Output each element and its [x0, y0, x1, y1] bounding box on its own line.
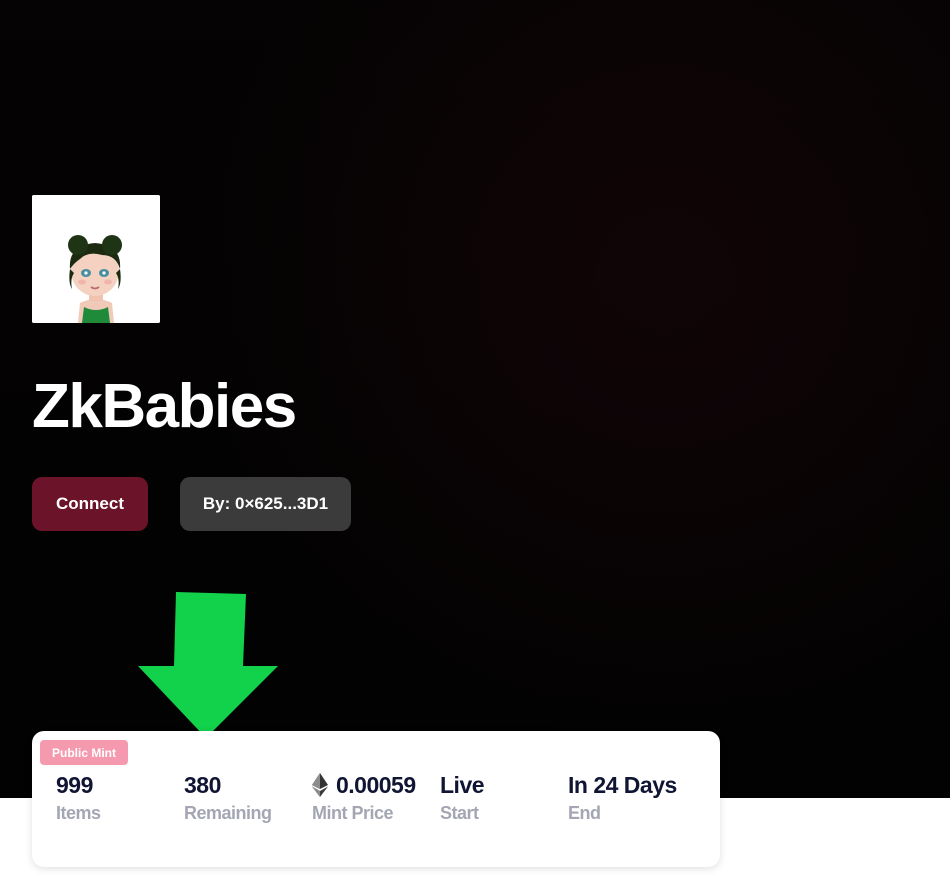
stat-end-label: End [568, 803, 601, 823]
stat-end-value: In 24 Days [568, 772, 677, 798]
connect-button[interactable]: Connect [32, 477, 148, 531]
stat-items-label: Items [56, 803, 101, 823]
ethereum-icon [312, 773, 328, 797]
collection-avatar [32, 195, 160, 323]
stat-items-value: 999 [56, 772, 93, 798]
mint-info-card: Public Mint 999 Items 380 Remaining 0.00… [32, 731, 720, 867]
stat-mint-price: 0.00059 Mint Price [312, 771, 416, 824]
stat-mint-price-row: 0.00059 [312, 771, 416, 799]
stat-mint-price-label: Mint Price [312, 803, 394, 823]
stat-start-label: Start [440, 803, 479, 823]
stat-mint-price-value: 0.00059 [336, 772, 416, 798]
creator-address-button[interactable]: By: 0×625...3D1 [180, 477, 351, 531]
down-arrow-indicator [138, 592, 278, 738]
stat-items: 999 Items [56, 771, 101, 824]
baby-avatar-illustration [32, 195, 160, 323]
stat-start-value: Live [440, 772, 485, 798]
stat-end: In 24 Days End [568, 771, 677, 824]
stat-remaining-label: Remaining [184, 803, 272, 823]
collection-title: ZkBabies [32, 372, 297, 441]
collection-hero: ZkBabies Connect By: 0×625...3D1 [0, 0, 950, 798]
public-mint-badge: Public Mint [40, 740, 128, 765]
stat-remaining-value: 380 [184, 772, 221, 798]
stat-remaining: 380 Remaining [184, 771, 272, 824]
stat-start: Live Start [440, 771, 485, 824]
